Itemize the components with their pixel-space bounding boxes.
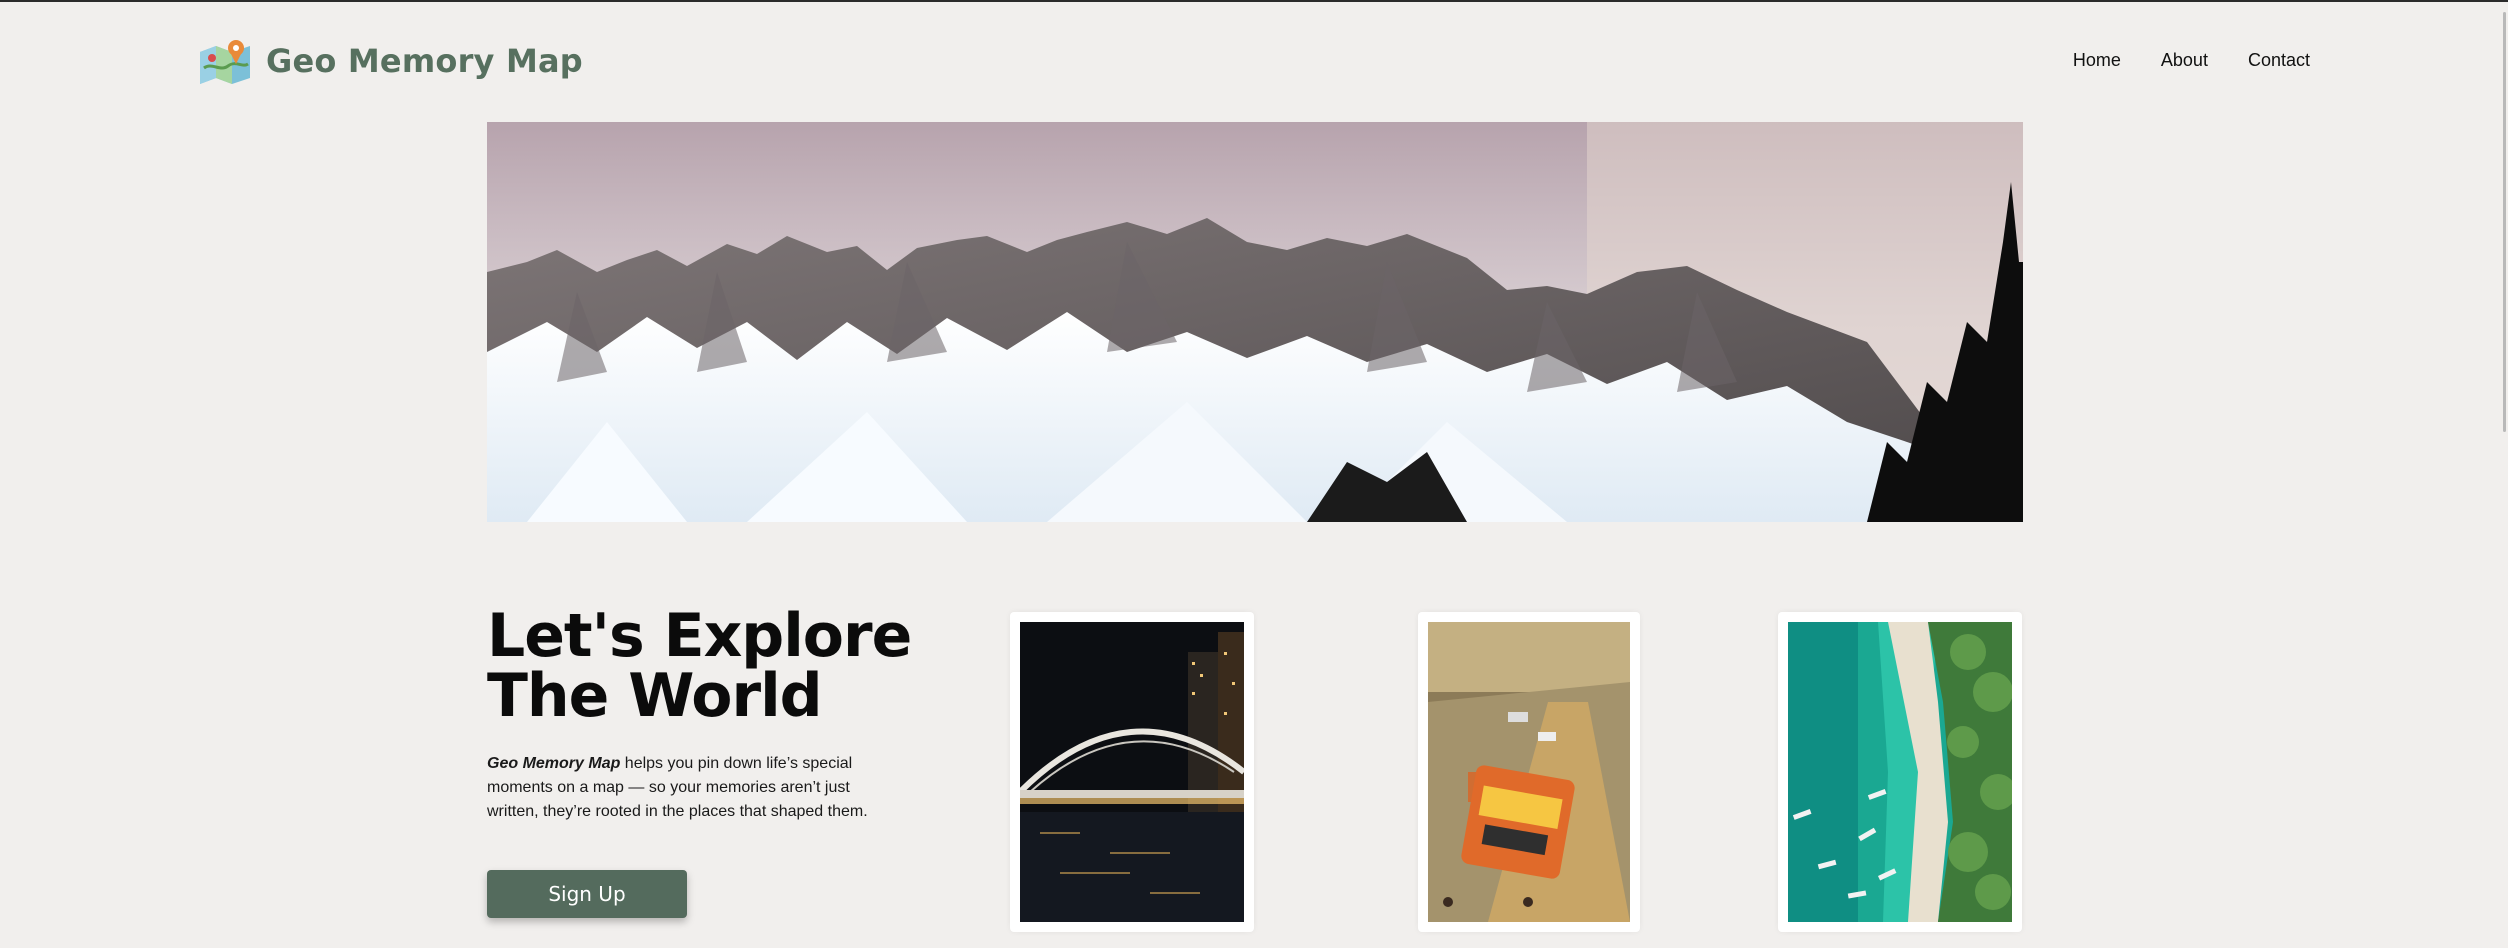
sign-up-button[interactable]: Sign Up [487,870,687,918]
aerial-beach-photo [1788,622,2012,922]
site-header: Geo Memory Map Home About Contact [0,0,2508,120]
nav-contact-link[interactable]: Contact [2248,50,2310,71]
brand-name: Geo Memory Map [266,42,583,80]
gallery-card-beach [1778,612,2022,932]
nav-about-link[interactable]: About [2161,50,2208,71]
folded-map-icon [200,40,250,84]
main-nav: Home About Contact [2073,50,2310,71]
nav-home-link[interactable]: Home [2073,50,2121,71]
page-headline: Let's Explore The World [487,606,967,726]
snowy-mountain-range-photo [487,122,2023,522]
hero-banner [487,122,2023,522]
city-street-bus-photo [1428,622,1630,922]
vertical-scrollbar[interactable] [2500,2,2508,948]
gallery-card-bridge [1010,612,1254,932]
desc-brand-name: Geo Memory Map [487,755,621,772]
gallery-card-street [1418,612,1640,932]
headline-line-1: Let's Explore [487,601,912,671]
brand-logo-link[interactable]: Geo Memory Map [198,38,583,84]
intro-description: Geo Memory Map helps you pin down life’s… [487,752,887,824]
headline-line-2: The World [487,661,823,731]
night-bridge-photo [1020,622,1244,922]
